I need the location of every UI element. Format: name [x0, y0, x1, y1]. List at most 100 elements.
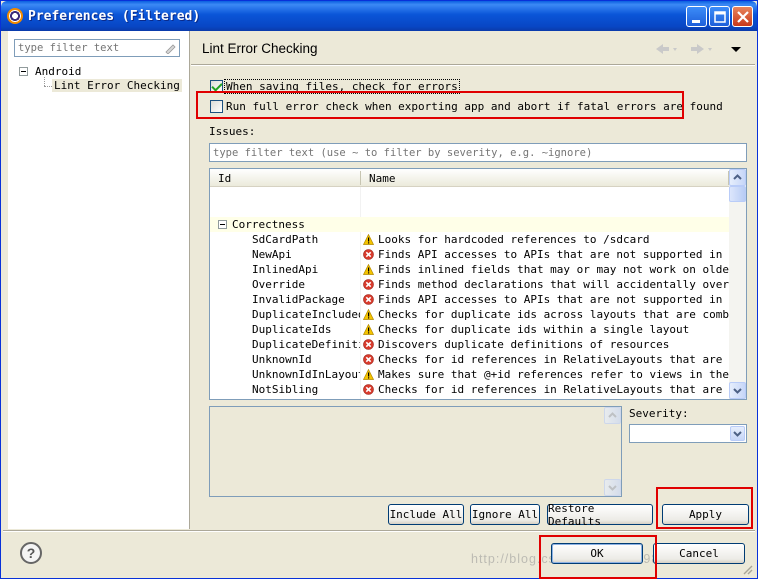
close-icon: [737, 11, 749, 23]
issue-name: Finds inlined fields that may or may not…: [363, 263, 729, 276]
page-title: Lint Error Checking: [202, 41, 318, 56]
warning-icon: [363, 369, 374, 380]
tree-node-android[interactable]: Android: [35, 65, 81, 78]
chevron-down-icon: [608, 485, 617, 491]
issue-id: SdCardPath: [252, 233, 319, 246]
issue-name: Checks for duplicate ids across layouts …: [363, 308, 729, 321]
issue-id: DuplicateIds: [252, 323, 332, 336]
issue-name: Checks for duplicate ids within a single…: [363, 323, 729, 336]
title-bar[interactable]: Preferences (Filtered): [1, 1, 757, 31]
issue-name: Discovers duplicate definitions of resou…: [363, 338, 729, 351]
warning-icon: [363, 234, 374, 245]
scroll-down-button[interactable]: [729, 382, 746, 399]
tree-filter-field[interactable]: [14, 39, 180, 57]
table-row[interactable]: InlinedApi Finds inlined fields that may …: [210, 262, 730, 277]
issue-description: Finds API accesses to APIs that are not …: [378, 248, 729, 261]
cancel-button[interactable]: Cancel: [653, 543, 745, 564]
close-button[interactable]: [732, 6, 753, 27]
table-row[interactable]: InvalidPackage Finds API accesses to APIs…: [210, 292, 730, 307]
column-header-id[interactable]: Id: [218, 172, 231, 185]
error-icon: [363, 339, 374, 350]
scroll-up-button[interactable]: [729, 169, 746, 186]
table-row[interactable]: DuplicateDefinition Discovers duplicate d…: [210, 337, 730, 352]
window-title: Preferences (Filtered): [28, 9, 201, 24]
collapse-android-icon[interactable]: [19, 67, 28, 76]
details-scroll-up-button[interactable]: [604, 407, 621, 424]
maximize-button[interactable]: [709, 6, 730, 27]
table-row[interactable]: DuplicateIds Checks for duplicate ids wit…: [210, 322, 730, 337]
collapse-category-icon[interactable]: [218, 220, 227, 229]
table-row[interactable]: NewApi Finds API accesses to APIs that ar…: [210, 247, 730, 262]
table-scrollbar[interactable]: [729, 169, 746, 399]
tree-node-lint-error-checking[interactable]: Lint Error Checking: [52, 79, 182, 92]
warning-icon: [363, 399, 374, 400]
issue-name: Finds method declarations that will acci…: [363, 278, 729, 291]
resize-grip-icon[interactable]: [741, 563, 753, 575]
chevron-down-icon: [733, 431, 742, 437]
table-row[interactable]: Override Finds method declarations that w…: [210, 277, 730, 292]
details-scroll-down-button[interactable]: [604, 479, 621, 496]
restore-defaults-button[interactable]: Restore Defaults: [547, 502, 653, 528]
check-on-export-checkbox[interactable]: [210, 100, 223, 113]
category-label: Correctness: [232, 218, 305, 231]
issue-id: UnknownId: [252, 353, 312, 366]
error-icon: [363, 294, 374, 305]
preference-page: Lint Error Checking When saving files, c…: [191, 31, 755, 529]
error-icon: [363, 279, 374, 290]
tree-connector: [44, 86, 52, 87]
table-header: Id Name: [210, 169, 730, 187]
issue-name: Makes sure that @+id references refer to…: [363, 368, 729, 381]
error-icon: [363, 354, 374, 365]
severity-dropdown[interactable]: [629, 424, 747, 443]
table-row[interactable]: NotSibling Checks for id references in Re…: [210, 382, 730, 397]
table-row[interactable]: UnknownId Checks for id references in Rel…: [210, 352, 730, 367]
table-row[interactable]: InconsistentLayout Checks that layout var…: [210, 397, 730, 400]
eclipse-app-icon: [7, 8, 23, 24]
issues-table[interactable]: Id Name Correctness SdCardPath Looks for …: [209, 168, 747, 400]
apply-button[interactable]: Apply: [662, 504, 749, 525]
severity-label: Severity:: [629, 407, 689, 420]
clear-filter-icon[interactable]: [164, 42, 176, 54]
category-row[interactable]: Correctness: [210, 217, 730, 232]
scroll-thumb[interactable]: [729, 186, 746, 202]
issue-id: NewApi: [252, 248, 292, 261]
warning-icon: [363, 324, 374, 335]
check-on-export-label[interactable]: Run full error check when exporting app …: [226, 100, 723, 113]
table-row[interactable]: UnknownIdInLayout Makes sure that @+id re…: [210, 367, 730, 382]
chevron-up-icon: [608, 412, 617, 418]
issue-name: Checks for id references in RelativeLayo…: [363, 353, 729, 366]
include-all-button[interactable]: Include All: [388, 504, 464, 525]
issue-id: InconsistentLayout: [252, 398, 360, 399]
preference-tree-pane: Android Lint Error Checking: [8, 31, 190, 529]
navigation-arrows[interactable]: [653, 41, 745, 57]
ignore-all-button[interactable]: Ignore All: [470, 504, 540, 525]
check-on-save-checkbox[interactable]: [210, 80, 223, 93]
minimize-button[interactable]: [686, 6, 707, 27]
check-on-save-label[interactable]: When saving files, check for errors: [224, 79, 460, 94]
issues-filter-field[interactable]: [209, 143, 747, 162]
chevron-down-icon: [733, 388, 742, 394]
issue-details-area[interactable]: [209, 406, 622, 497]
details-scrollbar[interactable]: [604, 407, 621, 496]
issue-id: UnknownIdInLayout: [252, 368, 360, 381]
table-row[interactable]: SdCardPath Looks for hardcoded references…: [210, 232, 730, 247]
issue-description: Checks for duplicate ids within a single…: [378, 323, 690, 336]
help-icon[interactable]: ?: [20, 542, 42, 564]
tree-filter-input[interactable]: [15, 40, 155, 56]
issue-description: Makes sure that @+id references refer to…: [378, 368, 729, 381]
issue-description: Checks for duplicate ids across layouts …: [378, 308, 729, 321]
preferences-window: Preferences (Filtered) Android Lint Erro…: [0, 0, 758, 579]
issue-description: Checks for id references in RelativeLayo…: [378, 353, 729, 366]
issue-description: Checks that layout variations are consis…: [378, 398, 669, 399]
column-header-name[interactable]: Name: [369, 172, 396, 185]
issue-id: Override: [252, 278, 305, 291]
issue-description: Discovers duplicate definitions of resou…: [378, 338, 670, 351]
chevron-up-icon: [733, 174, 742, 180]
severity-dropdown-button[interactable]: [730, 426, 745, 441]
ok-button[interactable]: OK: [551, 543, 643, 564]
minimize-icon: [692, 20, 700, 23]
issue-id: DuplicateIncludedIds: [252, 308, 360, 321]
issues-filter-input[interactable]: [210, 144, 740, 161]
table-row[interactable]: DuplicateIncludedIds Checks for duplicate…: [210, 307, 730, 322]
issue-description: Finds API accesses to APIs that are not …: [378, 293, 729, 306]
